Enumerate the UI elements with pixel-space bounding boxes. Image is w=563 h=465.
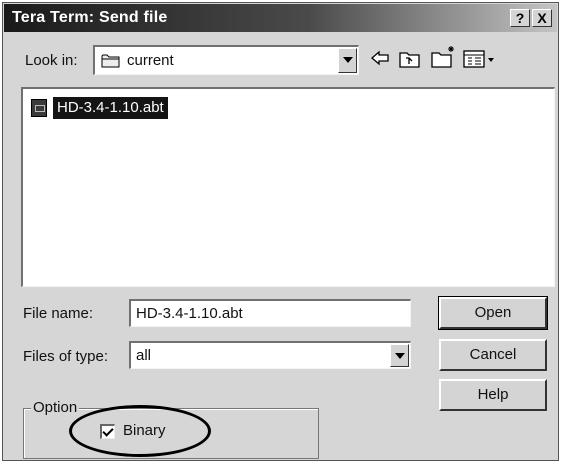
files-of-type-dropdown[interactable]: all bbox=[129, 341, 411, 369]
open-button[interactable]: Open bbox=[438, 296, 548, 330]
close-title-button[interactable]: X bbox=[532, 9, 552, 27]
view-menu-icon[interactable] bbox=[463, 49, 499, 69]
look-in-dropdown-arrow[interactable] bbox=[338, 48, 357, 73]
title-bar: Tera Term: Send file ? X bbox=[4, 4, 557, 32]
folder-icon bbox=[101, 54, 120, 68]
help-title-button[interactable]: ? bbox=[510, 9, 530, 27]
look-in-value: current bbox=[127, 52, 174, 69]
cancel-button[interactable]: Cancel bbox=[439, 339, 547, 371]
files-of-type-dropdown-arrow[interactable] bbox=[390, 344, 409, 367]
files-of-type-value: all bbox=[136, 347, 152, 364]
send-file-dialog: Tera Term: Send file ? X Look in: curren… bbox=[2, 2, 559, 461]
help-button[interactable]: Help bbox=[439, 379, 547, 411]
window-title: Tera Term: Send file bbox=[12, 9, 168, 26]
files-of-type-label: Files of type: bbox=[23, 348, 109, 365]
highlight-ellipse-annotation bbox=[69, 405, 211, 457]
look-in-label: Look in: bbox=[25, 52, 78, 69]
look-in-dropdown[interactable]: current bbox=[93, 45, 359, 75]
option-legend: Option bbox=[31, 399, 80, 416]
file-name-input[interactable]: HD-3.4-1.10.abt bbox=[129, 299, 411, 327]
file-list[interactable]: HD-3.4-1.10.abt bbox=[21, 87, 555, 287]
file-item-name[interactable]: HD-3.4-1.10.abt bbox=[53, 97, 168, 119]
new-folder-icon[interactable] bbox=[431, 45, 457, 69]
file-name-value: HD-3.4-1.10.abt bbox=[136, 305, 243, 322]
up-one-level-icon[interactable] bbox=[399, 49, 421, 69]
file-name-label: File name: bbox=[23, 305, 94, 322]
back-arrow-icon[interactable] bbox=[370, 49, 390, 67]
file-icon bbox=[31, 99, 47, 117]
